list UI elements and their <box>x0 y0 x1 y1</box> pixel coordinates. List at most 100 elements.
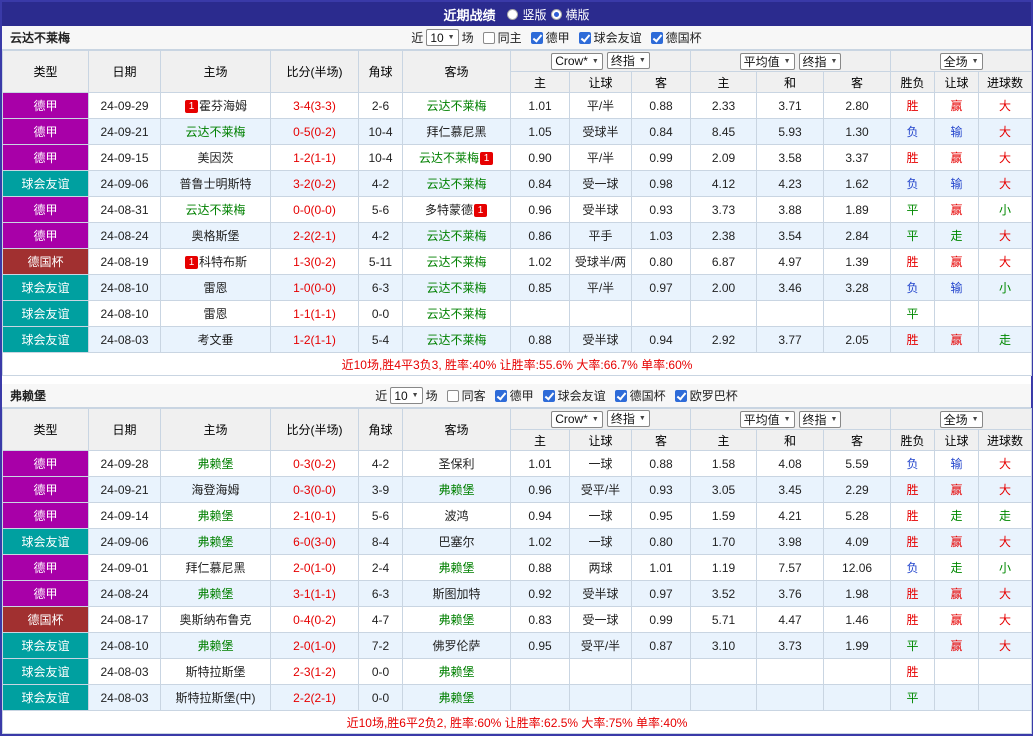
away-team-cell[interactable]: 云达不莱梅 <box>403 327 511 353</box>
score-cell[interactable]: 6-0(3-0) <box>271 529 359 555</box>
home-team-cell[interactable]: 美因茨 <box>161 145 271 171</box>
away-team-cell[interactable]: 弗赖堡 <box>403 607 511 633</box>
score-cell[interactable]: 1-0(0-0) <box>271 275 359 301</box>
away-team-cell[interactable]: 圣保利 <box>403 451 511 477</box>
home-team-cell[interactable]: 海登海姆 <box>161 477 271 503</box>
final-odds-select[interactable]: 终指▼ <box>607 410 650 427</box>
home-team-cell[interactable]: 斯特拉斯堡 <box>161 659 271 685</box>
score-cell[interactable]: 3-4(3-3) <box>271 93 359 119</box>
away-team-cell[interactable]: 云达不莱梅 <box>403 93 511 119</box>
average-select[interactable]: 平均值▼ <box>740 411 795 428</box>
score-cell[interactable]: 0-5(0-2) <box>271 119 359 145</box>
away-team-cell[interactable]: 云达不莱梅1 <box>403 145 511 171</box>
league-label[interactable]: 球会友谊 <box>594 29 642 46</box>
away-team-cell[interactable]: 拜仁慕尼黑 <box>403 119 511 145</box>
home-team-cell[interactable]: 斯特拉斯堡(中) <box>161 685 271 711</box>
score-cell[interactable]: 2-2(2-1) <box>271 223 359 249</box>
score-cell[interactable]: 0-0(0-0) <box>271 197 359 223</box>
home-team-cell[interactable]: 1科特布斯 <box>161 249 271 275</box>
home-team-cell[interactable]: 云达不莱梅 <box>161 119 271 145</box>
away-team-cell[interactable]: 云达不莱梅 <box>403 223 511 249</box>
odds-home-cell: 0.88 <box>511 555 570 581</box>
home-team-cell[interactable]: 拜仁慕尼黑 <box>161 555 271 581</box>
league-checkbox[interactable] <box>531 32 543 44</box>
away-team-cell[interactable]: 云达不莱梅 <box>403 301 511 327</box>
radio-vertical-label[interactable]: 竖版 <box>522 6 546 23</box>
away-team-cell[interactable]: 弗赖堡 <box>403 659 511 685</box>
away-team-cell[interactable]: 弗赖堡 <box>403 477 511 503</box>
score-cell[interactable]: 3-2(0-2) <box>271 171 359 197</box>
league-label[interactable]: 欧罗巴杯 <box>690 387 738 404</box>
score-cell[interactable]: 0-4(0-2) <box>271 607 359 633</box>
score-cell[interactable]: 2-3(1-2) <box>271 659 359 685</box>
score-cell[interactable]: 0-3(0-0) <box>271 477 359 503</box>
average-select[interactable]: 平均值▼ <box>740 53 795 70</box>
avg-away-cell: 2.80 <box>824 93 891 119</box>
away-team-cell[interactable]: 斯图加特 <box>403 581 511 607</box>
away-team-cell[interactable]: 云达不莱梅 <box>403 171 511 197</box>
league-checkbox[interactable] <box>579 32 591 44</box>
league-checkbox[interactable] <box>495 390 507 402</box>
away-team-cell[interactable]: 波鸿 <box>403 503 511 529</box>
home-team-cell[interactable]: 弗赖堡 <box>161 451 271 477</box>
score-cell[interactable]: 1-3(0-2) <box>271 249 359 275</box>
home-team-cell[interactable]: 普鲁士明斯特 <box>161 171 271 197</box>
bookmaker-select[interactable]: Crow*▼ <box>551 53 603 70</box>
score-cell[interactable]: 2-0(1-0) <box>271 555 359 581</box>
home-team-cell[interactable]: 弗赖堡 <box>161 529 271 555</box>
away-team-cell[interactable]: 巴塞尔 <box>403 529 511 555</box>
bookmaker-select[interactable]: Crow*▼ <box>551 411 603 428</box>
league-checkbox[interactable] <box>651 32 663 44</box>
away-team-cell[interactable]: 弗赖堡 <box>403 685 511 711</box>
period-select[interactable]: 全场▼ <box>940 411 983 428</box>
home-team-cell[interactable]: 弗赖堡 <box>161 633 271 659</box>
score-cell[interactable]: 2-0(1-0) <box>271 633 359 659</box>
away-team-cell[interactable]: 佛罗伦萨 <box>403 633 511 659</box>
corner-cell: 2-4 <box>359 555 403 581</box>
radio-horizontal-label[interactable]: 横版 <box>566 6 590 23</box>
league-checkbox[interactable] <box>543 390 555 402</box>
score-cell[interactable]: 1-2(1-1) <box>271 327 359 353</box>
home-team-cell[interactable]: 1霍芬海姆 <box>161 93 271 119</box>
home-team-cell[interactable]: 弗赖堡 <box>161 581 271 607</box>
league-label[interactable]: 德甲 <box>546 29 570 46</box>
corner-cell: 0-0 <box>359 301 403 327</box>
score-cell[interactable]: 0-3(0-2) <box>271 451 359 477</box>
home-team-cell[interactable]: 弗赖堡 <box>161 503 271 529</box>
final-odds-select[interactable]: 终指▼ <box>607 52 650 69</box>
match-count-select[interactable]: 10▼ <box>390 387 422 404</box>
score-cell[interactable]: 2-1(0-1) <box>271 503 359 529</box>
period-select[interactable]: 全场▼ <box>940 53 983 70</box>
home-team-cell[interactable]: 雷恩 <box>161 301 271 327</box>
away-team-cell[interactable]: 多特蒙德1 <box>403 197 511 223</box>
match-count-select[interactable]: 10▼ <box>426 29 458 46</box>
league-label[interactable]: 德甲 <box>510 387 534 404</box>
odds-handicap-cell: 受平/半 <box>570 633 632 659</box>
same-venue-checkbox[interactable] <box>447 390 459 402</box>
league-label[interactable]: 球会友谊 <box>558 387 606 404</box>
same-venue-checkbox[interactable] <box>483 32 495 44</box>
score-cell[interactable]: 2-2(2-1) <box>271 685 359 711</box>
home-team-cell[interactable]: 考文垂 <box>161 327 271 353</box>
same-venue-label[interactable]: 同主 <box>498 29 522 46</box>
home-team-cell[interactable]: 奥格斯堡 <box>161 223 271 249</box>
team-name-text: 弗赖堡 <box>197 535 233 549</box>
home-team-cell[interactable]: 云达不莱梅 <box>161 197 271 223</box>
radio-vertical[interactable] <box>507 9 518 20</box>
score-cell[interactable]: 1-2(1-1) <box>271 145 359 171</box>
same-venue-label[interactable]: 同客 <box>462 387 486 404</box>
radio-horizontal[interactable] <box>551 9 562 20</box>
score-cell[interactable]: 3-1(1-1) <box>271 581 359 607</box>
league-checkbox[interactable] <box>675 390 687 402</box>
final-odds-select[interactable]: 终指▼ <box>799 53 842 70</box>
away-team-cell[interactable]: 弗赖堡 <box>403 555 511 581</box>
score-cell[interactable]: 1-1(1-1) <box>271 301 359 327</box>
home-team-cell[interactable]: 奥斯纳布鲁克 <box>161 607 271 633</box>
home-team-cell[interactable]: 雷恩 <box>161 275 271 301</box>
league-label[interactable]: 德国杯 <box>666 29 702 46</box>
league-label[interactable]: 德国杯 <box>630 387 666 404</box>
final-odds-select[interactable]: 终指▼ <box>799 411 842 428</box>
away-team-cell[interactable]: 云达不莱梅 <box>403 249 511 275</box>
league-checkbox[interactable] <box>615 390 627 402</box>
away-team-cell[interactable]: 云达不莱梅 <box>403 275 511 301</box>
